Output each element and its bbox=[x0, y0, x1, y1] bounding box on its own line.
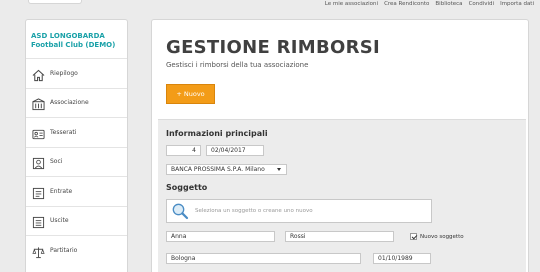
top-navigation: Le mie associazioni Crea Rendiconto Bibl… bbox=[325, 0, 534, 9]
sidebar-item-label: Soci bbox=[50, 158, 63, 166]
members-card-icon bbox=[32, 126, 45, 139]
reimbursement-form: Informazioni principali 4 02/04/2017 BAN… bbox=[158, 119, 526, 272]
bank-select-value: BANCA PROSSIMA S.P.A. Milano bbox=[171, 166, 265, 173]
sidebar-item-entrate[interactable]: Entrate bbox=[26, 176, 127, 206]
sidebar-item-label: Partitario bbox=[50, 246, 78, 254]
home-icon bbox=[32, 67, 45, 81]
chevron-down-icon bbox=[277, 168, 281, 171]
search-icon bbox=[172, 203, 189, 220]
association-icon bbox=[32, 96, 45, 111]
nav-link-my-associations[interactable]: Le mie associazioni bbox=[325, 0, 378, 9]
sidebar-item-label: Associazione bbox=[50, 99, 89, 107]
expense-icon bbox=[32, 214, 45, 229]
new-subject-toggle[interactable]: Nuovo soggetto bbox=[410, 233, 464, 240]
sidebar-item-associazione[interactable]: Associazione bbox=[26, 87, 127, 118]
main-panel: GESTIONE RIMBORSI Gestisci i rimborsi de… bbox=[151, 19, 529, 272]
income-icon bbox=[32, 185, 45, 199]
subject-heading: Soggetto bbox=[166, 183, 208, 192]
nav-link-create-report[interactable]: Crea Rendiconto bbox=[384, 0, 429, 9]
reimbursement-date-field[interactable]: 02/04/2017 bbox=[206, 145, 264, 156]
page-title: GESTIONE RIMBORSI bbox=[166, 37, 381, 58]
nav-link-share[interactable]: Condividi bbox=[469, 0, 495, 9]
sidebar-item-riepilogo[interactable]: Riepilogo bbox=[26, 58, 127, 88]
scales-icon bbox=[32, 244, 45, 258]
nav-link-library[interactable]: Biblioteca bbox=[435, 0, 462, 9]
sidebar-item-label: Riepilogo bbox=[50, 69, 78, 77]
first-name-field[interactable]: Anna bbox=[166, 231, 275, 242]
subject-search-input[interactable]: Seleziona un soggetto o creane uno nuovo bbox=[166, 199, 432, 223]
new-subject-label: Nuovo soggetto bbox=[420, 233, 464, 240]
top-left-card bbox=[28, 0, 82, 4]
user-icon bbox=[32, 155, 45, 170]
birth-city-field[interactable]: Bologna bbox=[166, 253, 361, 264]
sidebar-item-uscite[interactable]: Uscite bbox=[26, 205, 127, 236]
new-subject-checkbox[interactable] bbox=[410, 233, 417, 240]
sidebar: ASD LONGOBARDA Football Club (DEMO) Riep… bbox=[25, 19, 128, 272]
main-info-heading: Informazioni principali bbox=[166, 129, 268, 138]
bank-select[interactable]: BANCA PROSSIMA S.P.A. Milano bbox=[166, 164, 287, 175]
reimbursement-number-field[interactable]: 4 bbox=[166, 145, 201, 156]
birth-date-field[interactable]: 01/10/1989 bbox=[373, 253, 431, 264]
sidebar-item-label: Uscite bbox=[50, 217, 69, 225]
sidebar-item-label: Tesserati bbox=[50, 128, 77, 136]
last-name-field[interactable]: Rossi bbox=[285, 231, 394, 242]
club-name[interactable]: ASD LONGOBARDA Football Club (DEMO) bbox=[26, 20, 127, 58]
sidebar-item-soci[interactable]: Soci bbox=[26, 146, 127, 177]
sidebar-item-label: Entrate bbox=[50, 187, 73, 195]
sidebar-item-tesserati[interactable]: Tesserati bbox=[26, 117, 127, 147]
nav-link-import-data[interactable]: Importa dati bbox=[500, 0, 534, 9]
page-subtitle: Gestisci i rimborsi della tua associazio… bbox=[166, 61, 309, 69]
new-reimbursement-button[interactable]: + Nuovo bbox=[166, 84, 215, 104]
search-placeholder: Seleziona un soggetto o creane uno nuovo bbox=[195, 208, 313, 214]
sidebar-item-partitario[interactable]: Partitario bbox=[26, 235, 127, 265]
